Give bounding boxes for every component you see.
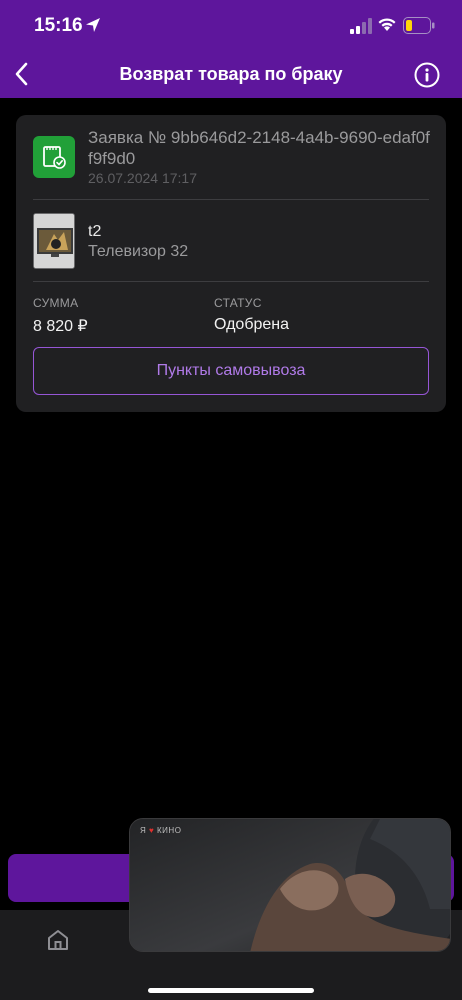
battery-icon (403, 17, 435, 34)
home-indicator (148, 988, 314, 993)
home-icon[interactable] (46, 928, 70, 952)
product-description: Телевизор 32 (88, 243, 189, 260)
sum-label: СУММА (33, 296, 79, 310)
divider (33, 281, 429, 282)
document-check-icon (43, 146, 66, 169)
heart-icon: ♥ (149, 826, 155, 835)
video-channel-logo: Я ♥ КИНО (140, 826, 181, 835)
order-document-icon (33, 136, 75, 178)
product-name: t2 (88, 223, 102, 240)
sum-value: 8 820 ₽ (33, 318, 88, 335)
order-date: 26.07.2024 17:17 (88, 170, 197, 186)
product-image (33, 213, 75, 269)
status-value: Одобрена (214, 316, 290, 333)
logo-suffix: КИНО (157, 826, 182, 835)
video-player-overlay[interactable]: Я ♥ КИНО (129, 818, 451, 952)
pickup-points-button[interactable]: Пункты самовывоза (33, 347, 429, 395)
order-number: Заявка № 9bb646d2-2148-4a4b-9690-edaf0ff… (88, 128, 430, 168)
status-bar: 15:16 (0, 0, 462, 50)
back-chevron-icon (15, 62, 28, 86)
wifi-icon (378, 18, 396, 31)
location-arrow-icon (86, 18, 100, 32)
info-icon[interactable] (414, 62, 440, 88)
logo-prefix: Я (140, 826, 147, 835)
video-frame (130, 819, 450, 951)
status-time: 15:16 (34, 15, 83, 36)
navigation-bar: Возврат товара по браку (0, 50, 462, 98)
back-button[interactable] (8, 60, 34, 88)
status-label: СТАТУС (214, 296, 262, 310)
divider (33, 199, 429, 200)
signal-icon (350, 18, 372, 34)
return-request-card: Заявка № 9bb646d2-2148-4a4b-9690-edaf0ff… (16, 115, 446, 412)
app-header: 15:16 Возврат товара по браку (0, 0, 462, 98)
page-title: Возврат товара по браку (119, 64, 343, 84)
